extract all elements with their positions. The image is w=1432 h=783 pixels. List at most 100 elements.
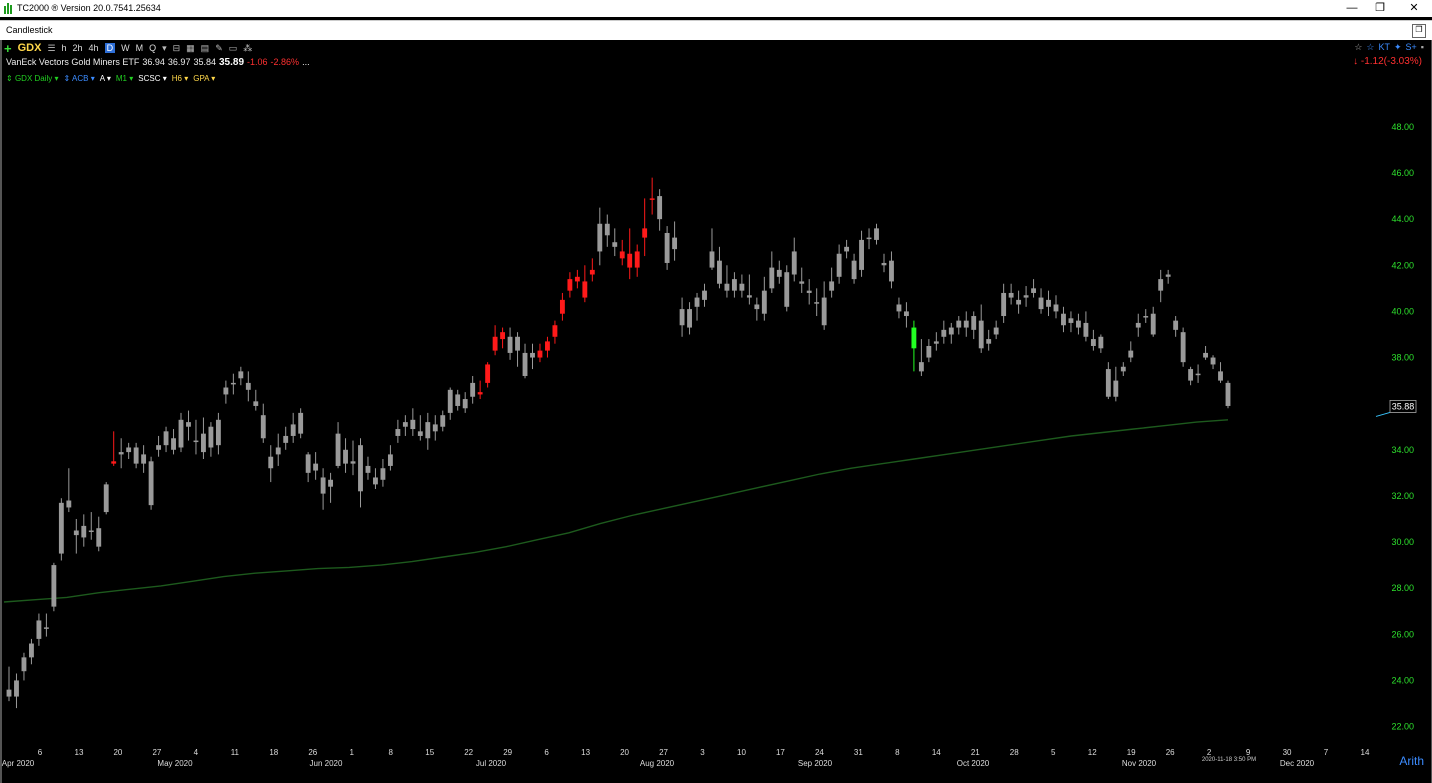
candle-body bbox=[410, 419, 416, 430]
candle-body bbox=[462, 399, 468, 409]
candle-body bbox=[395, 429, 401, 436]
candle-body bbox=[694, 297, 700, 307]
candle-body bbox=[485, 364, 491, 383]
x-day-label: 2 bbox=[1207, 748, 1212, 757]
candle-body bbox=[836, 253, 842, 277]
candle-body bbox=[1165, 274, 1171, 277]
x-day-label: 28 bbox=[1010, 748, 1019, 757]
candle-body bbox=[1061, 313, 1066, 326]
candle-body bbox=[559, 299, 565, 314]
x-day-label: 31 bbox=[854, 748, 863, 757]
candle-body bbox=[81, 525, 87, 538]
x-day-label: 11 bbox=[231, 748, 240, 757]
y-tick-label: 26.00 bbox=[1391, 629, 1414, 639]
candle-body bbox=[126, 447, 132, 453]
candle-body bbox=[455, 394, 461, 406]
candle-body bbox=[784, 272, 790, 307]
candle-body bbox=[1158, 279, 1164, 291]
scale-mode[interactable]: Arith bbox=[1399, 754, 1424, 768]
candle-body bbox=[806, 290, 812, 293]
candle-body bbox=[1113, 380, 1119, 397]
candle-body bbox=[66, 500, 72, 508]
candlestick-chart[interactable]: 48.0046.0044.0042.0040.0038.0036.0034.00… bbox=[0, 0, 1432, 783]
candle-body bbox=[739, 283, 745, 291]
candle-body bbox=[1053, 304, 1059, 312]
candle-body bbox=[507, 336, 513, 353]
candle-body bbox=[918, 362, 924, 372]
candle-body bbox=[619, 251, 625, 259]
x-month-label: Dec 2020 bbox=[1280, 759, 1315, 768]
candle-body bbox=[769, 267, 775, 289]
candle-body bbox=[178, 419, 184, 448]
candle-body bbox=[911, 327, 917, 349]
candle-body bbox=[1150, 313, 1156, 335]
candle-body bbox=[1016, 299, 1022, 305]
candle-body bbox=[201, 433, 206, 453]
candle-body bbox=[1225, 382, 1231, 406]
candle-body bbox=[335, 433, 341, 466]
candle-body bbox=[343, 449, 348, 464]
candle-body bbox=[313, 463, 319, 471]
candle-body bbox=[522, 352, 528, 376]
candle-body bbox=[971, 316, 977, 330]
candle-body bbox=[881, 262, 887, 266]
candle-body bbox=[380, 468, 386, 480]
candle-body bbox=[223, 387, 229, 395]
candle-body bbox=[96, 528, 102, 547]
candle-body bbox=[118, 452, 124, 455]
x-day-label: 24 bbox=[815, 748, 824, 757]
y-tick-label: 28.00 bbox=[1391, 583, 1414, 593]
candle-body bbox=[844, 246, 850, 252]
x-day-label: 9 bbox=[1246, 748, 1251, 757]
candle-body bbox=[1105, 369, 1111, 397]
candle-body bbox=[986, 339, 992, 344]
x-day-label: 6 bbox=[544, 748, 549, 757]
candle-body bbox=[245, 382, 251, 390]
x-day-label: 15 bbox=[425, 748, 434, 757]
candle-body bbox=[500, 332, 506, 340]
candle-body bbox=[208, 426, 214, 448]
candle-body bbox=[567, 279, 573, 291]
candle-body bbox=[148, 461, 154, 506]
candle-body bbox=[874, 228, 879, 240]
candle-body bbox=[163, 431, 169, 446]
candle-body bbox=[260, 415, 266, 439]
candle-body bbox=[88, 530, 94, 533]
candle-body bbox=[903, 311, 909, 317]
candle-body bbox=[1068, 318, 1074, 323]
candle-body bbox=[1195, 373, 1201, 376]
candle-body bbox=[634, 251, 640, 268]
candle-body bbox=[799, 281, 805, 284]
x-month-label: Apr 2020 bbox=[2, 759, 35, 768]
candle-body bbox=[298, 412, 304, 434]
candle-body bbox=[350, 461, 356, 464]
candle-body bbox=[814, 302, 820, 304]
candle-body bbox=[43, 627, 49, 629]
candle-body bbox=[358, 445, 363, 492]
candle-body bbox=[133, 447, 139, 464]
x-day-label: 20 bbox=[620, 748, 629, 757]
x-month-label: Sep 2020 bbox=[798, 759, 833, 768]
candle-body bbox=[1188, 369, 1194, 381]
candle-body bbox=[941, 329, 947, 337]
candle-body bbox=[402, 422, 408, 427]
candle-body bbox=[328, 479, 334, 487]
x-day-label: 29 bbox=[503, 748, 512, 757]
candle-body bbox=[859, 239, 864, 270]
candle-body bbox=[1128, 350, 1134, 358]
candle-body bbox=[776, 269, 782, 277]
candle-body bbox=[829, 281, 835, 291]
candle-body bbox=[687, 309, 692, 328]
x-day-label: 10 bbox=[737, 748, 746, 757]
candle-body bbox=[425, 422, 431, 439]
candle-body bbox=[1038, 297, 1044, 310]
candle-body bbox=[36, 620, 42, 639]
candle-body bbox=[1203, 352, 1208, 358]
x-day-label: 5 bbox=[1051, 748, 1056, 757]
candle-body bbox=[1046, 299, 1051, 307]
price-pointer-line bbox=[1375, 411, 1391, 417]
x-day-label: 8 bbox=[389, 748, 394, 757]
x-month-label: Oct 2020 bbox=[957, 759, 990, 768]
y-tick-label: 30.00 bbox=[1391, 537, 1414, 547]
x-day-label: 4 bbox=[194, 748, 199, 757]
